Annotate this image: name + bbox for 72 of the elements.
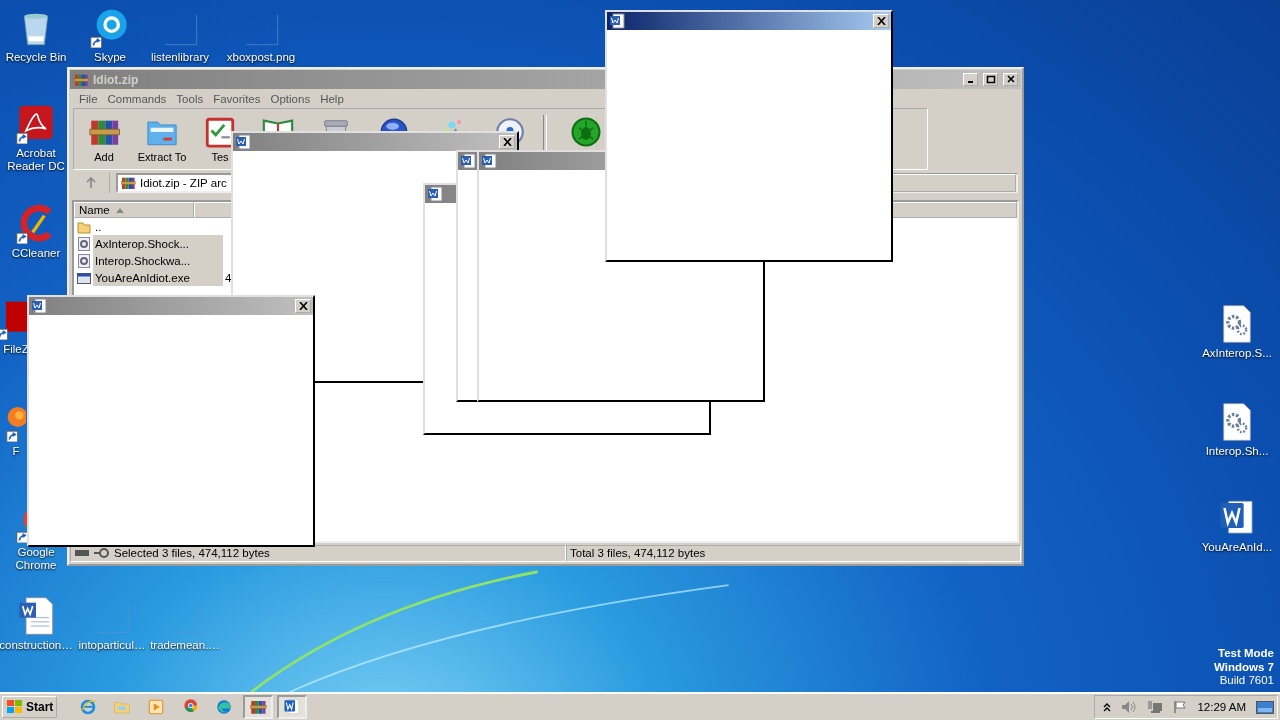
file-name[interactable]: Interop.Shockwa... (93, 252, 223, 269)
drive-key-icon (74, 548, 110, 558)
desktop-icon-label[interactable]: Skype (94, 51, 126, 64)
desktop-icon-label[interactable]: listenlibrary (150, 51, 210, 64)
sort-arrow-icon (115, 207, 124, 213)
document-icon (427, 186, 443, 202)
menu-item[interactable]: File (74, 92, 103, 105)
toolbar-button[interactable]: Extract To (133, 115, 191, 163)
test-mode-text: Test Mode (1218, 647, 1274, 661)
column-header[interactable]: Name (74, 202, 194, 218)
browser-icon (79, 698, 98, 716)
menu-item[interactable]: Options (265, 92, 316, 105)
taskbar-app-button[interactable] (277, 695, 308, 719)
document-icon (609, 13, 625, 29)
window-title: Idiot.zip (93, 72, 140, 87)
pdf-reader-icon (16, 104, 56, 144)
file-name[interactable]: .. (93, 218, 223, 235)
desktop-icon-label[interactable]: CCleaner (11, 247, 61, 260)
desktop-icon-label[interactable]: Acrobat Reader DC (5, 147, 67, 173)
document-icon (481, 153, 497, 169)
start-button[interactable]: Start (2, 696, 58, 718)
close-button[interactable] (873, 14, 889, 28)
document-icon (283, 698, 302, 716)
gear-file-icon (77, 253, 91, 268)
status-text: Total 3 files, 474,112 bytes (570, 547, 706, 559)
close-icon (876, 17, 886, 25)
file-name[interactable]: AxInterop.Shock... (93, 235, 223, 252)
play-icon (147, 698, 166, 716)
close-icon (298, 302, 308, 310)
desktop-icon-label[interactable]: YouAreAnId... (1201, 541, 1273, 554)
network-icon[interactable] (1147, 700, 1164, 714)
flag-icon[interactable] (1173, 700, 1188, 714)
maximize-icon (985, 75, 996, 84)
close-button[interactable] (499, 135, 515, 149)
taskbar-app-button[interactable] (243, 695, 274, 719)
desktop-icon-label[interactable]: Interop.Sh... (1205, 445, 1269, 458)
archive-books-icon (249, 698, 268, 716)
chat-app-icon (90, 8, 130, 48)
menu-item[interactable]: Favorites (208, 92, 266, 105)
gear-file-icon (77, 236, 91, 251)
maximize-button[interactable] (983, 73, 998, 86)
close-icon (1005, 75, 1016, 84)
windows-logo-icon (6, 699, 24, 715)
browser-icon (215, 698, 234, 716)
document-icon (16, 596, 56, 636)
show-desktop-icon[interactable] (1256, 699, 1274, 715)
desktop-icon-label[interactable]: xboxpost.png (226, 51, 296, 64)
clock[interactable]: 12:29 AM (1197, 701, 1246, 713)
document-icon (31, 298, 47, 314)
desktop-icon-label[interactable]: Recycle Bin (5, 51, 67, 64)
archive-books-icon (120, 175, 136, 191)
status-text: Selected 3 files, 474,112 bytes (114, 547, 270, 559)
minimize-button[interactable] (963, 73, 978, 86)
close-button[interactable] (295, 299, 311, 313)
menu-item[interactable]: Help (315, 92, 349, 105)
file-name[interactable]: YouAreAnIdiot.exe (93, 269, 223, 286)
desktop-icon-label[interactable]: F (12, 445, 20, 458)
close-icon (502, 138, 512, 146)
file-size: 4 (225, 271, 232, 284)
menu-item[interactable]: Tools (171, 92, 209, 105)
test-mode-text: Build 7601 (1219, 674, 1274, 688)
desktop-icon-label[interactable]: AxInterop.S... (1202, 347, 1272, 360)
bug-icon[interactable] (569, 115, 603, 149)
document-icon (235, 134, 251, 150)
program-icon (77, 270, 91, 285)
desktop-icon-label[interactable]: construction… (0, 639, 73, 652)
test-mode-text: Windows 7 (1214, 660, 1274, 674)
menu-item[interactable]: Commands (102, 92, 172, 105)
chevron-up-icon[interactable] (1103, 702, 1112, 712)
folder-icon (77, 219, 91, 234)
close-button[interactable] (1003, 73, 1018, 86)
toolbar-button[interactable]: Add (75, 115, 133, 163)
